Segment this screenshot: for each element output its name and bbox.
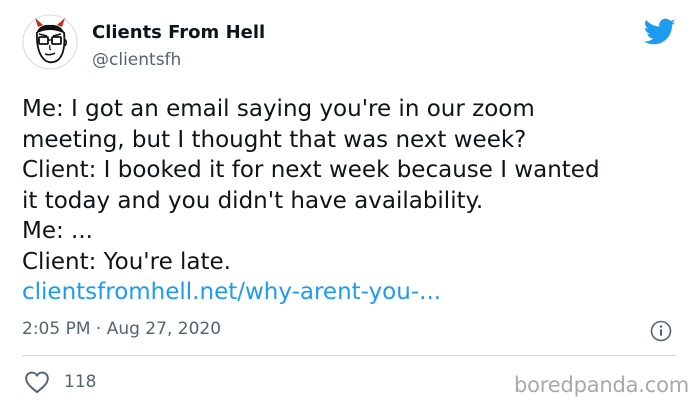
tweet-line: Client: I booked it for next week becaus… (22, 157, 600, 183)
divider (22, 355, 676, 356)
watermark: boredpanda.com (514, 373, 690, 397)
like-count: 118 (64, 372, 97, 392)
info-icon[interactable] (650, 320, 672, 342)
author-handle[interactable]: @clientsfh (92, 50, 181, 70)
twitter-bird-icon[interactable] (644, 18, 676, 46)
tweet-line: Client: You're late. (22, 248, 231, 275)
devil-avatar-icon[interactable] (22, 14, 78, 70)
tweet-timestamp[interactable]: 2:05 PM · Aug 27, 2020 (22, 319, 221, 339)
tweet-line: Me: ... (22, 218, 93, 244)
tweet-link[interactable]: clientsfromhell.net/why-arent-you-... (22, 277, 692, 308)
author-name[interactable]: Clients From Hell (92, 22, 265, 43)
tweet-line: meeting, but I thought that was next wee… (22, 126, 527, 153)
tweet-line: Me: I got an email saying you're in our … (22, 96, 535, 122)
tweet-line: it today and you didn't have availabilit… (22, 187, 484, 214)
heart-icon[interactable] (24, 370, 50, 394)
tweet-text: Me: I got an email saying you're in our … (22, 94, 692, 308)
